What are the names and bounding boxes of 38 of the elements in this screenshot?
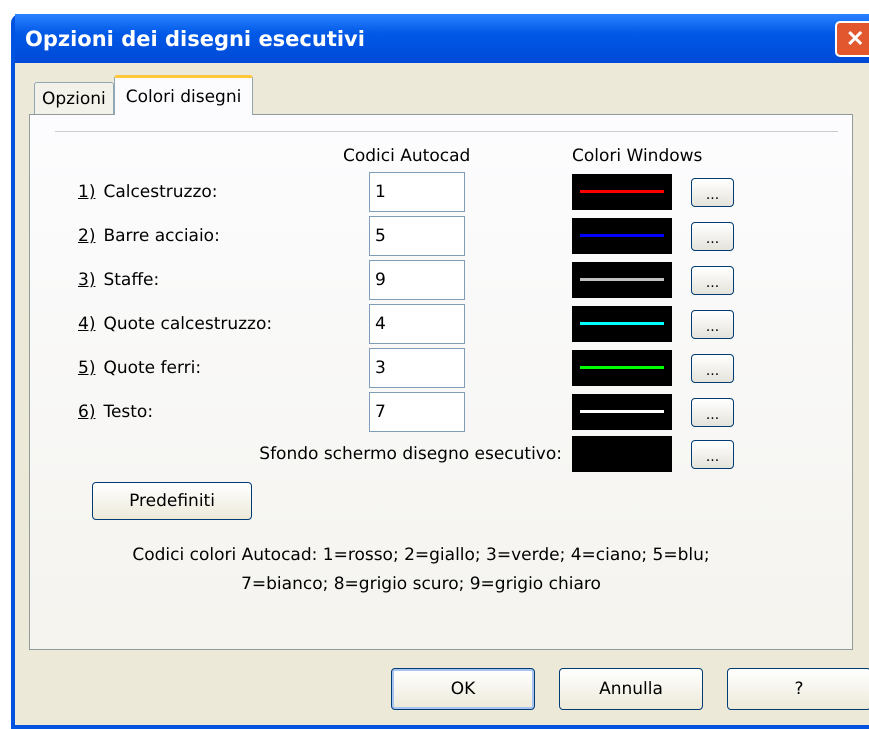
code-field[interactable]: 9 (369, 260, 465, 300)
item-label: Calcestruzzo: (103, 182, 218, 202)
item-label: Testo: (103, 402, 154, 422)
color-picker-button[interactable]: ... (691, 266, 734, 294)
column-header: Colori Windows (572, 146, 702, 168)
item-label: Sfondo schermo disegno esecutivo: (258, 444, 563, 464)
color-picker-button[interactable]: ... (691, 222, 734, 250)
tab[interactable]: Opzioni (34, 82, 114, 114)
color-picker-button[interactable]: ... (691, 398, 734, 426)
defaults-button[interactable]: Predefiniti (92, 482, 252, 520)
close-button[interactable]: ✕ (835, 20, 869, 56)
item-label: Staffe: (103, 270, 160, 290)
item-number: 2) (78, 226, 96, 246)
item-label: Quote ferri: (103, 358, 202, 378)
tab[interactable]: Colori disegni (114, 75, 254, 115)
legend-text: 7=bianco; 8=grigio scuro; 9=grigio chiaro (241, 574, 601, 594)
color-picker-button[interactable]: ... (691, 310, 734, 338)
color-picker-button[interactable]: ... (691, 354, 734, 382)
dialog-button[interactable]: OK (391, 668, 535, 710)
item-number: 6) (78, 402, 96, 422)
item-number: 4) (78, 314, 96, 334)
dialog-button[interactable]: ? (727, 668, 869, 710)
color-picker-button[interactable]: ... (691, 440, 734, 468)
code-field[interactable]: 5 (369, 216, 465, 256)
code-field[interactable]: 3 (369, 348, 465, 388)
item-number: 1) (78, 182, 96, 202)
column-header: Codici Autocad (343, 146, 470, 168)
code-field[interactable]: 7 (369, 392, 465, 432)
code-field[interactable]: 1 (369, 172, 465, 212)
dialog-button[interactable]: Annulla (559, 668, 703, 710)
color-picker-button[interactable]: ... (691, 178, 734, 206)
item-number: 3) (78, 270, 96, 290)
item-number: 5) (78, 358, 96, 378)
item-label: Barre acciaio: (103, 226, 220, 246)
code-field[interactable]: 4 (369, 304, 465, 344)
legend-text: Codici colori Autocad: 1=rosso; 2=giallo; 3=verde; 4=ciano; 5=blu; (132, 545, 710, 565)
window-title: Opzioni dei disegni esecutivi (25, 26, 366, 50)
item-label: Quote calcestruzzo: (103, 314, 272, 334)
